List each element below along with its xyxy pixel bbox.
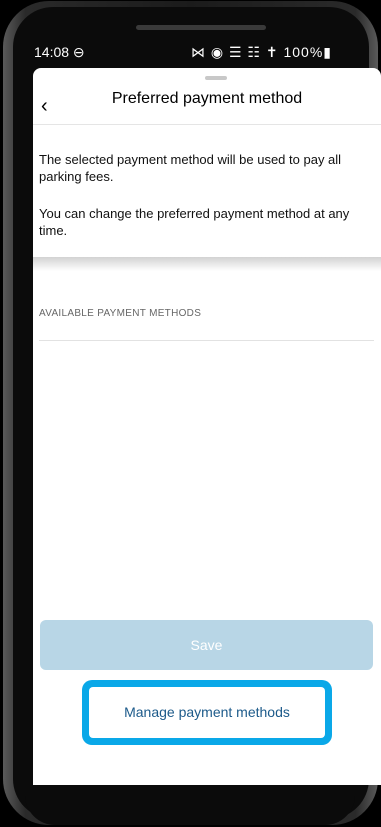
payment-method-sheet: ‹ Preferred payment method The selected … <box>33 68 381 785</box>
status-time: 14:08 ⊖ <box>34 44 85 60</box>
header-divider <box>33 124 381 125</box>
status-indicators: ⋈ ◉ ☰ ☷ ✝ 100%▮ <box>190 44 332 60</box>
manage-button-highlight: Manage payment methods <box>82 680 332 745</box>
section-divider <box>39 340 374 341</box>
back-icon[interactable]: ‹ <box>41 96 61 116</box>
status-bar: 14:08 ⊖ ⋈ ◉ ☰ ☷ ✝ 100%▮ <box>22 40 336 64</box>
speaker-grille <box>136 25 266 30</box>
save-button[interactable]: Save <box>40 620 373 670</box>
bottom-bezel <box>25 785 355 825</box>
manage-payment-methods-button[interactable]: Manage payment methods <box>89 687 325 738</box>
section-shadow <box>33 257 381 271</box>
description-text-1: The selected payment method will be used… <box>39 152 342 184</box>
drag-handle[interactable] <box>205 76 227 80</box>
available-methods-label: AVAILABLE PAYMENT METHODS <box>39 308 202 319</box>
page-title: Preferred payment method <box>111 90 303 107</box>
description-text-2: You can change the preferred payment met… <box>39 206 350 238</box>
